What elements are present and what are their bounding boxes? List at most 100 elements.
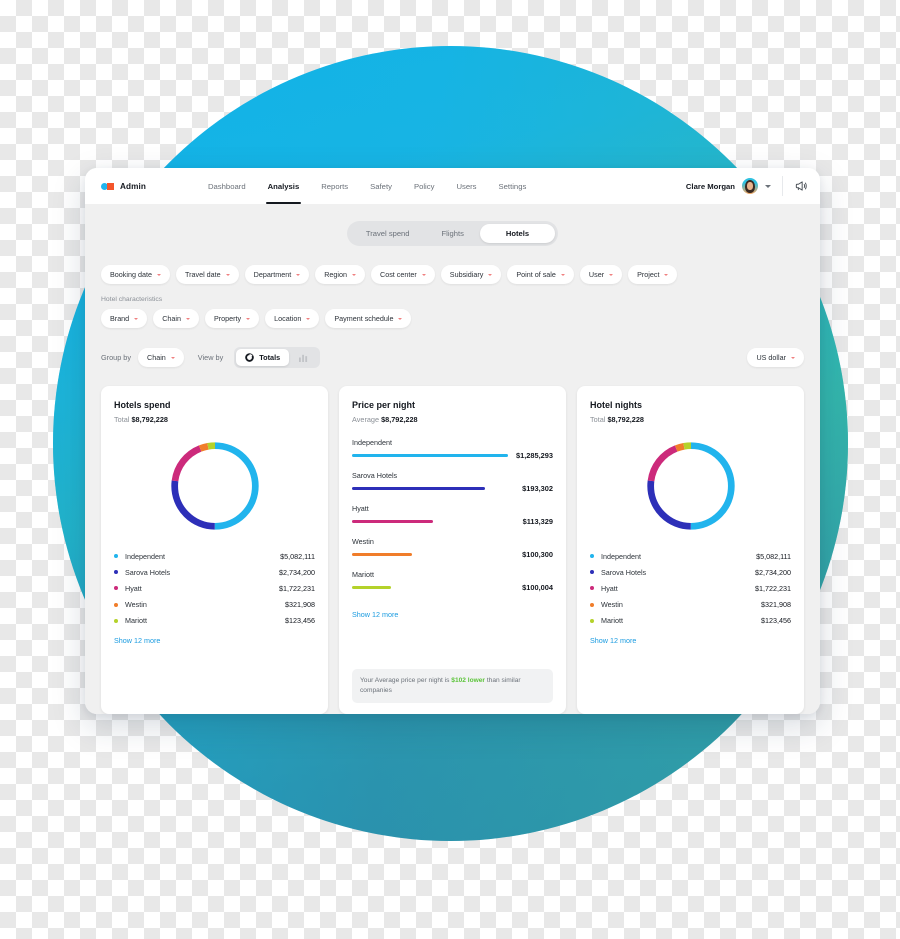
- legend-label: Westin: [601, 600, 623, 610]
- legend-label: Sarova Hotels: [601, 567, 647, 577]
- insight-highlight: $102 lower: [451, 677, 486, 685]
- donut-chart-hotel-nights: [646, 442, 735, 530]
- legend-item: Mariott $123,456: [114, 613, 315, 629]
- nav-link-analysis[interactable]: Analysis: [265, 168, 301, 204]
- legend-value: $5,082,111: [280, 551, 315, 561]
- card-subtitle-value: $8,792,228: [131, 415, 168, 424]
- legend-color-swatch: [590, 618, 594, 623]
- segment-travel-spend[interactable]: Travel spend: [350, 224, 426, 243]
- hotel-characteristics-label: Hotel characteristics: [101, 296, 163, 303]
- bar-track: [352, 486, 514, 491]
- bar-item: Hyatt $113,329: [352, 504, 553, 526]
- filter-chip-booking-date[interactable]: Booking date: [101, 265, 170, 284]
- legend-value: $1,722,231: [755, 583, 791, 593]
- filter-chip-label: Region: [324, 270, 348, 279]
- show-more-link-hotel-nights[interactable]: Show 12 more: [590, 636, 791, 645]
- app-body: Travel spend Flights Hotels Booking date…: [85, 204, 820, 714]
- filter-chip-property[interactable]: Property: [204, 309, 260, 328]
- filter-chip-label: Brand: [110, 314, 130, 323]
- view-by-value: Totals: [259, 353, 281, 362]
- filter-chip-payment-schedule[interactable]: Payment schedule: [325, 309, 412, 328]
- nav-link-reports[interactable]: Reports: [321, 168, 348, 204]
- filter-chip-subsidiary[interactable]: Subsidiary: [440, 265, 502, 284]
- filter-chip-label: Location: [274, 314, 302, 323]
- legend-label: Independent: [601, 551, 641, 561]
- filter-chip-travel-date[interactable]: Travel date: [175, 265, 239, 284]
- currency-select[interactable]: US dollar: [747, 348, 804, 367]
- show-more-link-price-per-night[interactable]: Show 12 more: [352, 610, 553, 619]
- legend-color-swatch: [590, 554, 594, 559]
- chevron-down-icon: [225, 273, 230, 276]
- legend-value: $1,722,231: [279, 583, 315, 593]
- filter-chip-department[interactable]: Department: [244, 265, 310, 284]
- bar-value: $113,329: [522, 517, 553, 526]
- chevron-down-icon: [421, 273, 426, 276]
- legend-value: $5,082,111: [756, 551, 791, 561]
- filter-chip-label: Department: [253, 270, 292, 279]
- legend-color-swatch: [114, 570, 118, 575]
- chevron-down-icon: [352, 273, 357, 276]
- card-subtitle: Average $8,792,228: [352, 415, 553, 424]
- legend-color-swatch: [114, 618, 118, 623]
- filter-chip-user[interactable]: User: [579, 265, 623, 284]
- bar-fill: [352, 519, 434, 524]
- bar-track: [352, 552, 514, 557]
- filter-chip-chain[interactable]: Chain: [153, 309, 199, 328]
- legend-color-swatch: [114, 554, 118, 559]
- bar-track: [352, 585, 514, 590]
- legend-value: $123,456: [285, 616, 315, 626]
- card-title: Price per night: [352, 400, 416, 410]
- filter-chip-label: Project: [637, 270, 660, 279]
- nav-link-settings[interactable]: Settings: [499, 168, 527, 204]
- view-by-label: View by: [197, 353, 224, 362]
- filter-chip-label: Payment schedule: [334, 314, 394, 323]
- avatar[interactable]: [742, 178, 758, 194]
- bar-item: Sarova Hotels $193,302: [352, 471, 553, 493]
- filter-chip-label: Cost center: [380, 270, 417, 279]
- filter-chip-project[interactable]: Project: [628, 265, 678, 284]
- bar-chart-price-per-night: Independent $1,285,293 Sarova Hotels $19…: [352, 438, 553, 603]
- filter-chip-cost-center[interactable]: Cost center: [371, 265, 435, 284]
- segment-hotels[interactable]: Hotels: [479, 224, 556, 243]
- card-title: Hotels spend: [114, 400, 171, 410]
- donut-chart-icon: [245, 353, 255, 362]
- chevron-down-icon[interactable]: [765, 184, 771, 188]
- nav-link-dashboard[interactable]: Dashboard: [208, 168, 246, 204]
- legend-label: Hyatt: [601, 583, 618, 593]
- megaphone-icon[interactable]: [794, 179, 808, 193]
- filter-chip-point-of-sale[interactable]: Point of sale: [507, 265, 574, 284]
- card-title: Hotel nights: [590, 400, 642, 410]
- primary-filters-row: Booking date Travel date Department Regi…: [101, 265, 804, 284]
- show-more-link-hotels-spend[interactable]: Show 12 more: [114, 636, 315, 645]
- card-subtitle: Total $8,792,228: [114, 415, 315, 424]
- nav-link-safety[interactable]: Safety: [370, 168, 392, 204]
- brand-logo[interactable]: Admin: [101, 182, 146, 191]
- filter-chip-brand[interactable]: Brand: [101, 309, 148, 328]
- bar-track: [352, 453, 508, 458]
- insight-box: Your Average price per night is $102 low…: [352, 669, 553, 703]
- view-by-totals-option[interactable]: Totals: [236, 349, 290, 366]
- chevron-down-icon: [791, 356, 795, 359]
- legend-value: $2,734,200: [755, 567, 791, 577]
- view-by-toggle-group: Totals: [234, 347, 321, 368]
- legend-item: Hyatt $1,722,231: [590, 580, 791, 596]
- chevron-down-icon: [170, 356, 175, 359]
- bar-item: Independent $1,285,293: [352, 438, 553, 460]
- legend-item: Independent $5,082,111: [590, 548, 791, 564]
- filter-chip-location[interactable]: Location: [265, 309, 320, 328]
- filter-chip-region[interactable]: Region: [315, 265, 366, 284]
- card-hotel-nights: Hotel nights Total $8,792,228 Independen…: [577, 386, 804, 714]
- donut-chart-wrap: [114, 438, 315, 534]
- nav-link-policy[interactable]: Policy: [414, 168, 435, 204]
- insight-prefix: Your Average price per night is: [360, 677, 452, 685]
- chevron-down-icon: [488, 273, 493, 276]
- card-subtitle-label: Total: [590, 415, 606, 424]
- stage: Admin Dashboard Analysis Reports Safety …: [0, 0, 900, 939]
- bar-value: $100,004: [522, 583, 553, 592]
- group-by-label: Group by: [101, 353, 132, 362]
- nav-link-users[interactable]: Users: [456, 168, 476, 204]
- nav-right-cluster: Clare Morgan: [686, 168, 808, 204]
- segment-flights[interactable]: Flights: [426, 224, 480, 243]
- group-by-select[interactable]: Chain: [138, 348, 184, 367]
- view-by-chart-option[interactable]: [289, 349, 318, 366]
